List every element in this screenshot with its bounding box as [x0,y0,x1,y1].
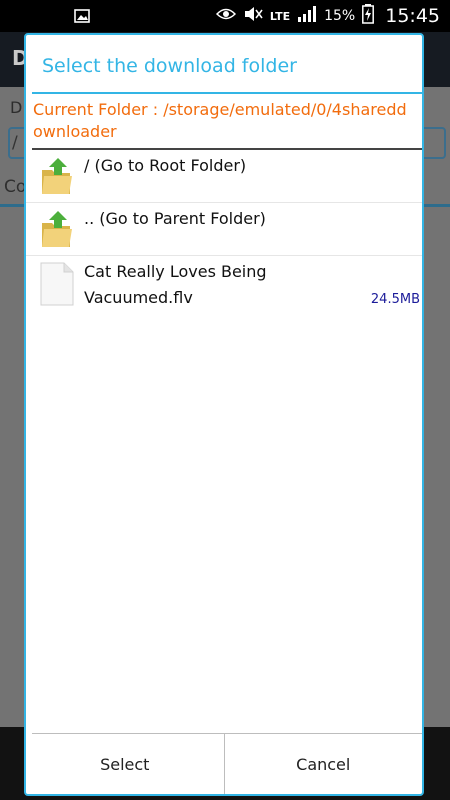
dialog-buttons: Select Cancel [26,734,422,794]
folder-up-icon [40,209,74,249]
dialog-title: Select the download folder [42,55,297,77]
file-list: / (Go to Root Folder) .. (Go to Parent F… [26,150,422,312]
item-name: / (Go to Root Folder) [84,156,247,175]
current-folder-path: Current Folder : /storage/emulated/0/4sh… [33,99,413,143]
item-name: .. (Go to Parent Folder) [84,209,266,228]
file-size: 24.5MB [370,292,420,307]
list-item-file[interactable]: Cat Really Loves Being Vacuumed.flv 24.5… [26,256,422,312]
image-notification-icon [74,8,90,27]
file-icon [40,262,74,306]
cancel-button[interactable]: Cancel [225,734,423,794]
select-button[interactable]: Select [26,734,224,794]
item-name: Cat Really Loves Being Vacuumed.flv [84,262,267,307]
status-bar: LTE 15% 15:45 [0,0,450,32]
list-item-parent-folder[interactable]: .. (Go to Parent Folder) [26,203,422,256]
mute-icon [243,6,263,26]
list-item-root-folder[interactable]: / (Go to Root Folder) [26,150,422,203]
background-label: D [10,98,23,117]
folder-up-icon [40,156,74,196]
battery-percent: 15% [324,8,356,24]
title-divider [32,92,422,94]
select-folder-dialog: Select the download folder Current Folde… [24,33,424,796]
battery-charging-icon [362,4,375,28]
current-folder-prefix: Current Folder : [33,100,164,119]
clock: 15:45 [385,5,440,27]
network-type-label: LTE [269,9,291,23]
eye-icon [215,7,236,25]
signal-icon [297,6,317,26]
